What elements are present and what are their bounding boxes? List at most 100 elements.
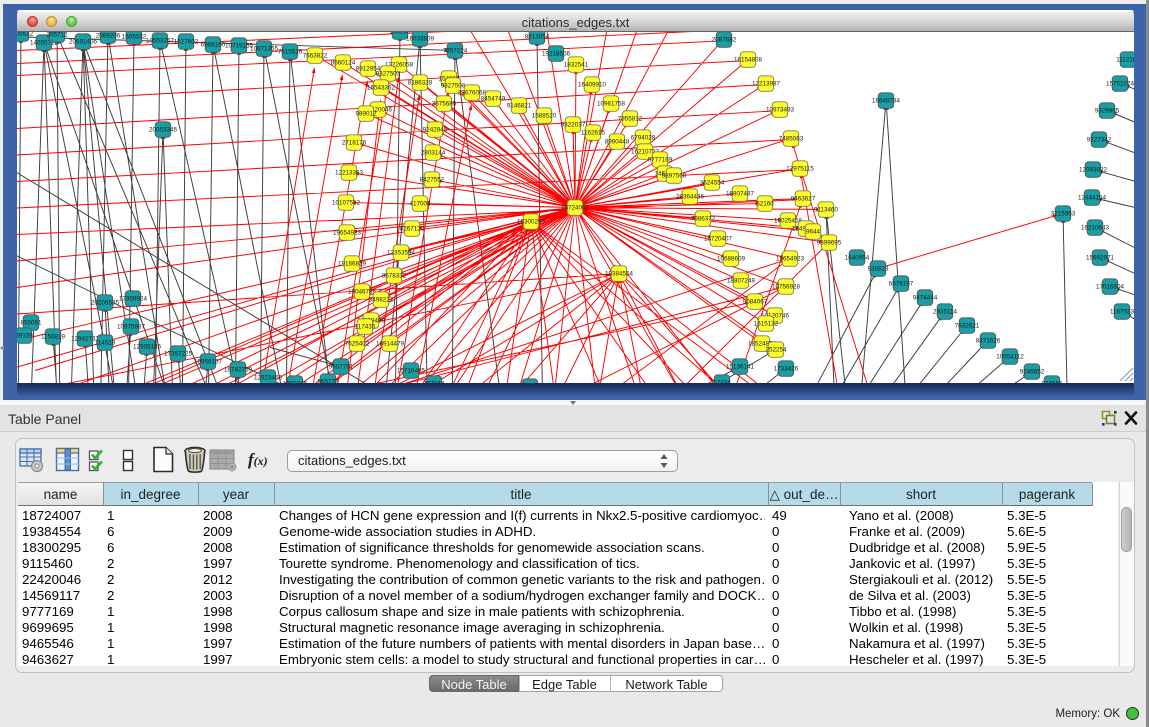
- svg-text:8678332: 8678332: [382, 272, 407, 279]
- svg-text:16033809: 16033809: [406, 35, 435, 42]
- svg-text:15136141: 15136141: [726, 363, 755, 370]
- svg-text:8322037: 8322037: [561, 121, 586, 128]
- svg-text:2935114: 2935114: [933, 308, 958, 315]
- svg-text:10961758: 10961758: [597, 100, 626, 107]
- svg-text:15720407: 15720407: [704, 235, 733, 242]
- svg-text:9245652: 9245652: [1020, 368, 1045, 375]
- svg-text:2069206: 2069206: [96, 32, 121, 39]
- svg-text:15751074: 15751074: [1106, 80, 1134, 87]
- svg-text:12975115: 12975115: [786, 165, 814, 172]
- svg-text:7663822: 7663822: [303, 52, 328, 59]
- svg-text:1832541: 1832541: [564, 61, 589, 68]
- svg-text:10958107: 10958107: [194, 358, 223, 365]
- svg-text:1733426: 1733426: [774, 365, 799, 372]
- svg-text:19166829: 19166829: [338, 260, 367, 267]
- svg-text:17357225: 17357225: [164, 350, 193, 357]
- svg-text:205712: 205712: [46, 32, 68, 39]
- svg-text:62160: 62160: [756, 200, 774, 207]
- svg-text:19046786: 19046786: [348, 288, 377, 295]
- svg-text:17016504: 17016504: [1096, 283, 1125, 290]
- svg-text:8660124: 8660124: [331, 59, 356, 66]
- svg-text:6966160: 6966160: [201, 41, 226, 48]
- svg-text:1405512: 1405512: [17, 32, 34, 38]
- svg-text:9327508: 9327508: [441, 82, 466, 89]
- svg-text:12093822: 12093822: [1079, 166, 1108, 173]
- svg-text:20053346: 20053346: [149, 126, 178, 133]
- svg-text:1112163: 1112163: [1116, 56, 1134, 63]
- svg-text:417006: 417006: [409, 200, 431, 207]
- svg-text:3624554: 3624554: [700, 179, 725, 186]
- svg-text:15716485: 15716485: [397, 367, 426, 374]
- svg-text:6879197: 6879197: [889, 280, 914, 287]
- svg-text:1156819: 1156819: [41, 333, 66, 340]
- svg-text:7485063: 7485063: [779, 135, 804, 142]
- svg-text:17359924: 17359924: [119, 295, 148, 302]
- svg-text:6897568: 6897568: [662, 172, 687, 179]
- svg-text:117435: 117435: [355, 323, 376, 330]
- svg-text:16543362: 16543362: [367, 84, 396, 91]
- svg-text:39159: 39159: [17, 332, 33, 339]
- svg-text:10973493: 10973493: [766, 106, 795, 113]
- svg-text:8427552: 8427552: [420, 176, 445, 183]
- svg-text:20206535: 20206535: [91, 299, 120, 306]
- svg-text:19756928: 19756928: [772, 283, 801, 290]
- svg-text:17334: 17334: [713, 379, 731, 382]
- svg-text:9644: 9644: [806, 228, 821, 235]
- svg-text:252254: 252254: [765, 346, 787, 353]
- svg-text:2087682: 2087682: [712, 36, 737, 43]
- svg-text:989012: 989012: [355, 110, 377, 117]
- svg-text:9463627: 9463627: [791, 195, 816, 202]
- svg-text:8186328: 8186328: [408, 79, 433, 86]
- svg-text:2718176: 2718176: [342, 139, 367, 146]
- svg-text:3498222: 3498222: [369, 296, 394, 303]
- svg-text:19218506: 19218506: [542, 50, 571, 57]
- svg-text:7357224: 7357224: [443, 47, 468, 54]
- svg-text:19384554: 19384554: [605, 270, 634, 277]
- svg-text:12444154: 12444154: [1078, 194, 1107, 201]
- svg-text:1605532: 1605532: [122, 33, 147, 40]
- svg-text:10107552: 10107552: [332, 199, 361, 206]
- svg-text:10975887: 10975887: [117, 323, 146, 330]
- svg-text:7955812: 7955812: [618, 115, 643, 122]
- svg-text:9474444: 9474444: [913, 294, 938, 301]
- svg-text:12213987: 12213987: [752, 80, 781, 87]
- svg-text:3215953: 3215953: [1051, 210, 1076, 217]
- svg-text:9113460: 9113460: [814, 206, 839, 213]
- svg-text:9146821: 9146821: [507, 102, 532, 109]
- svg-text:157164: 157164: [423, 380, 445, 382]
- svg-text:16782759: 16782759: [224, 366, 253, 373]
- svg-text:9242845: 9242845: [423, 126, 448, 133]
- svg-text:16914479: 16914479: [376, 340, 405, 347]
- svg-text:16648784: 16648784: [872, 97, 901, 104]
- svg-text:3675685: 3675685: [432, 100, 457, 107]
- svg-text:9327503: 9327503: [376, 70, 401, 77]
- svg-text:8990448: 8990448: [605, 138, 630, 145]
- svg-text:20691406: 20691406: [69, 38, 98, 45]
- svg-text:855061: 855061: [20, 319, 42, 326]
- svg-text:9899695: 9899695: [817, 239, 842, 246]
- svg-text:8471626: 8471626: [976, 337, 1001, 344]
- svg-text:7986372: 7986372: [691, 215, 716, 222]
- svg-text:18300295: 18300295: [517, 218, 546, 225]
- svg-text:1167533: 1167533: [1110, 308, 1134, 315]
- svg-text:8454749: 8454749: [481, 95, 506, 102]
- svg-text:20364436: 20364436: [676, 193, 705, 200]
- svg-text:1162615: 1162615: [581, 129, 606, 136]
- svg-text:12505135: 12505135: [133, 343, 162, 350]
- svg-text:8813054: 8813054: [525, 33, 550, 40]
- svg-text:9084067: 9084067: [743, 298, 768, 305]
- svg-text:10688609: 10688609: [717, 255, 746, 262]
- svg-text:965779: 965779: [317, 378, 339, 382]
- svg-text:7515526: 7515526: [278, 48, 303, 55]
- svg-text:1527602: 1527602: [174, 38, 199, 45]
- svg-text:9329965: 9329965: [1095, 107, 1120, 114]
- svg-text:924565: 924565: [1041, 380, 1063, 382]
- svg-text:7625402: 7625402: [345, 340, 370, 347]
- svg-text:7632621: 7632621: [955, 322, 980, 329]
- svg-text:114519: 114519: [95, 339, 116, 346]
- svg-text:9777169: 9777169: [648, 156, 673, 163]
- svg-text:1615132: 1615132: [754, 320, 779, 327]
- svg-text:10671355: 10671355: [250, 45, 279, 52]
- svg-text:18724007: 18724007: [561, 204, 590, 211]
- svg-text:10807487: 10807487: [726, 190, 755, 197]
